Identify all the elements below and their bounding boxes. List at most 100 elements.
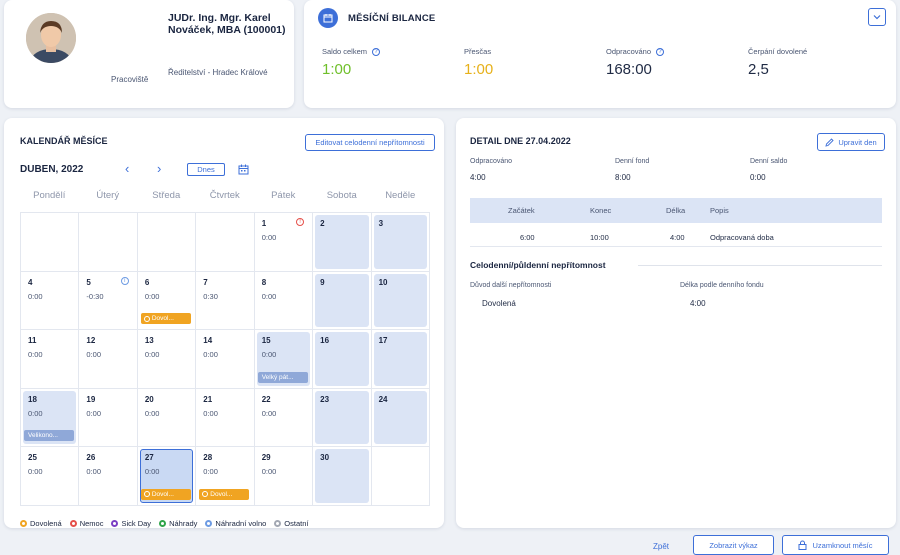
cell-start: 6:00 bbox=[520, 233, 535, 242]
calendar-day[interactable]: 27 0:00 Dovol... bbox=[137, 447, 197, 506]
calendar-day[interactable]: 7 0:30 bbox=[196, 271, 255, 330]
weekday-label: Úterý bbox=[96, 190, 120, 201]
stat-value: 168:00 bbox=[606, 61, 652, 78]
chevron-right-icon[interactable]: › bbox=[157, 161, 161, 176]
calendar-day[interactable]: 10 bbox=[371, 271, 430, 330]
legend-item: Náhrady bbox=[159, 519, 197, 528]
calendar-day[interactable]: 8 0:00 bbox=[254, 271, 314, 330]
help-icon[interactable]: ? bbox=[372, 47, 381, 56]
stat-overtime: Přesčas 1:00 bbox=[464, 47, 493, 78]
legend-dot-icon bbox=[20, 520, 27, 527]
table-header: Začátek Konec Délka Popis bbox=[470, 198, 882, 223]
calendar-day[interactable]: 14 0:00 bbox=[196, 330, 255, 389]
calendar-day[interactable]: 3 bbox=[371, 213, 430, 272]
calendar-title: KALENDÁŘ MĚSÍCE bbox=[20, 136, 108, 146]
day-balance: 0:00 bbox=[144, 350, 160, 359]
calendar-day[interactable]: 22 0:00 bbox=[254, 388, 314, 447]
day-number: 20 bbox=[144, 394, 154, 404]
calendar-empty-cell bbox=[196, 213, 255, 272]
monthly-balance-card: MĚSÍČNÍ BILANCE Saldo celkem? 1:00 Přesč… bbox=[304, 0, 896, 108]
calendar-day[interactable]: 26 0:00 bbox=[79, 447, 138, 506]
absence-tag[interactable]: Velikono... bbox=[24, 430, 74, 441]
absence-tag[interactable]: Velký pát... bbox=[257, 371, 308, 383]
day-balance: 0:00 bbox=[86, 408, 102, 418]
day-balance: 0:00 bbox=[261, 291, 277, 301]
day-balance: 0:00 bbox=[203, 408, 218, 418]
weekday-label: Sobota bbox=[326, 190, 357, 201]
collapse-button[interactable] bbox=[868, 8, 886, 26]
calendar-day[interactable]: 24 bbox=[371, 388, 430, 447]
day-number: 10 bbox=[378, 277, 388, 287]
absence-tag[interactable]: Dovol... bbox=[140, 488, 191, 500]
day-number: 6 bbox=[144, 277, 150, 287]
calendar-day[interactable]: 1 0:00! bbox=[254, 213, 314, 272]
calendar-day[interactable]: 17 bbox=[371, 330, 430, 389]
cell-description: Odpracovaná doba bbox=[710, 233, 774, 242]
stat-worked: Odpracováno? 168:00 bbox=[606, 47, 665, 78]
day-number: 15 bbox=[261, 336, 271, 345]
legend-label: Náhrady bbox=[169, 519, 198, 528]
calendar-day[interactable]: 2 bbox=[313, 213, 372, 272]
calendar-day[interactable]: 16 bbox=[313, 330, 372, 389]
legend-dot-icon bbox=[159, 520, 167, 527]
weekday-label: Středa bbox=[152, 190, 181, 201]
edit-absences-button[interactable]: Editovat celodenní nepřítomnosti bbox=[305, 134, 435, 151]
help-icon[interactable]: ? bbox=[656, 47, 665, 56]
weekday-header: Pondělí Úterý Středa Čtvrtek Pátek Sobota Nedě… bbox=[20, 190, 430, 201]
calendar-day[interactable]: 23 bbox=[313, 388, 372, 447]
calendar-day[interactable]: 19 0:00 bbox=[79, 388, 138, 447]
weekday-label: Pondělí bbox=[33, 190, 66, 201]
edit-day-button[interactable]: Upravit den bbox=[817, 133, 885, 151]
lock-month-label: Uzamknout měsíc bbox=[812, 540, 873, 550]
day-balance: 0:00 bbox=[86, 350, 102, 359]
col-length: Délka bbox=[666, 206, 686, 215]
absence-tag[interactable]: Dovol... bbox=[199, 488, 250, 500]
day-balance: 0:00 bbox=[261, 233, 277, 242]
absence-tag[interactable]: Dovol... bbox=[140, 313, 191, 324]
edit-day-label: Upravit den bbox=[838, 137, 877, 147]
calendar-day[interactable]: 18 0:00 Velikono... bbox=[21, 388, 80, 447]
calendar-day[interactable]: 5 -0:30 i bbox=[79, 271, 138, 330]
calendar-day[interactable]: 6 0:00 Dovol... bbox=[137, 271, 197, 330]
chevron-left-icon[interactable]: ‹ bbox=[125, 161, 129, 176]
stat-label: Čerpání dovolené bbox=[748, 47, 808, 56]
calendar-day[interactable]: 20 0:00 bbox=[137, 388, 197, 447]
legend-item: Sick Day bbox=[111, 519, 151, 528]
calendar-day[interactable]: 9 bbox=[313, 271, 372, 330]
calendar-day[interactable]: 30 bbox=[313, 447, 372, 506]
day-balance: 0:00 bbox=[203, 467, 218, 476]
legend-label: Dovolená bbox=[30, 519, 62, 528]
calendar-day[interactable]: 13 0:00 bbox=[137, 330, 197, 389]
calendar-day[interactable]: 12 0:00 bbox=[79, 330, 138, 389]
stat-value: 0:00 bbox=[750, 173, 766, 182]
calendar-day[interactable]: 29 0:00 bbox=[254, 447, 314, 506]
day-number: 4 bbox=[28, 277, 33, 287]
detail-stat-fund: Denní fond 8:00 bbox=[615, 158, 649, 182]
table-row[interactable]: 6:00 10:00 4:00 Odpracovaná doba bbox=[470, 225, 882, 247]
legend-item: Náhradní volno bbox=[205, 519, 266, 528]
info-icon[interactable]: i bbox=[120, 276, 129, 285]
day-number: 7 bbox=[203, 277, 208, 287]
calendar-day[interactable]: 15 0:00 Velký pát... bbox=[254, 330, 314, 389]
calendar-day[interactable]: 11 0:00 bbox=[21, 330, 80, 389]
day-balance: 0:00 bbox=[28, 350, 43, 359]
calendar-day[interactable]: 4 0:00 bbox=[21, 271, 80, 330]
day-number: 12 bbox=[86, 336, 96, 345]
day-number: 9 bbox=[320, 277, 325, 287]
workplace-label: Pracoviště bbox=[111, 75, 149, 84]
day-number: 30 bbox=[320, 453, 330, 462]
day-number: 1 bbox=[261, 219, 267, 228]
lock-icon bbox=[798, 540, 807, 550]
calendar-picker-icon[interactable] bbox=[238, 162, 249, 180]
calendar-day[interactable]: 21 0:00 bbox=[196, 388, 255, 447]
lock-month-button[interactable]: Uzamknout měsíc bbox=[782, 535, 889, 555]
col-start: Začátek bbox=[508, 206, 535, 215]
calendar-day[interactable]: 25 0:00 bbox=[21, 447, 80, 506]
day-number: 23 bbox=[320, 394, 330, 404]
calendar-day[interactable]: 28 0:00 Dovol... bbox=[196, 447, 255, 506]
back-link[interactable]: Zpět bbox=[653, 542, 669, 551]
day-number: 16 bbox=[320, 336, 330, 345]
show-report-button[interactable]: Zobrazit výkaz bbox=[693, 535, 774, 555]
divider bbox=[638, 265, 882, 266]
today-button[interactable]: Dnes bbox=[187, 163, 225, 176]
